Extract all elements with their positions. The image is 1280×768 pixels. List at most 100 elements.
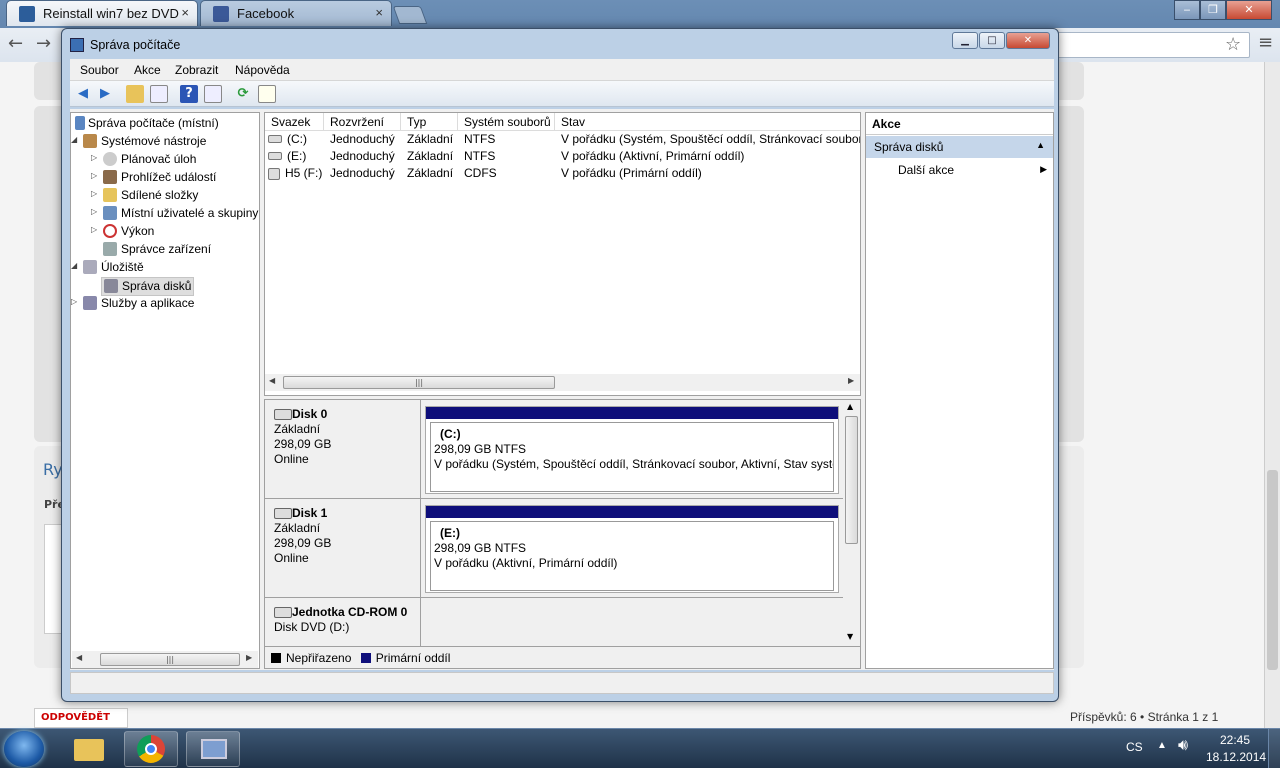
menu-zobrazit[interactable]: Zobrazit <box>175 63 218 77</box>
tree-hscrollbar[interactable]: ◀ ||| ▶ <box>72 651 258 668</box>
disk-view-scroll-thumb[interactable] <box>845 416 858 544</box>
tab-close-icon[interactable]: × <box>375 5 383 20</box>
browser-maximize-button[interactable]: ❐ <box>1200 0 1226 20</box>
scroll-down-icon[interactable]: ▼ <box>847 632 853 641</box>
tab-title: Reinstall win7 bez DVD <box>43 6 179 21</box>
refresh-icon[interactable]: ⟳ <box>234 85 252 103</box>
show-desktop-button[interactable] <box>1268 729 1280 768</box>
scroll-left-icon[interactable]: ◀ <box>76 653 82 662</box>
tree-item-services-apps[interactable]: ▷ Služby a aplikace <box>71 296 194 313</box>
scroll-right-icon[interactable]: ▶ <box>848 376 854 385</box>
forum-favicon-icon <box>19 6 35 22</box>
collapse-arrow-icon[interactable]: ◢ <box>71 135 77 144</box>
bookmark-star-icon[interactable]: ☆ <box>1225 34 1241 55</box>
partition-block[interactable]: (C:) 298,09 GB NTFS V pořádku (Systém, S… <box>425 406 839 494</box>
back-icon[interactable]: ◀ <box>74 85 92 103</box>
reply-button-label: ODPOVĚDĚT <box>41 712 110 723</box>
menu-akce[interactable]: Akce <box>134 63 161 77</box>
table-row[interactable]: H5 (F:) Jednoduchý Základní CDFS V pořád… <box>265 166 860 183</box>
expand-arrow-icon[interactable]: ▷ <box>91 171 97 180</box>
tree-item-event-viewer[interactable]: ▷ Prohlížeč událostí <box>91 170 217 187</box>
window-close-button[interactable]: ✕ <box>1006 32 1050 49</box>
tree-hscroll-thumb[interactable]: ||| <box>100 653 240 666</box>
show-hide-action-pane-icon[interactable] <box>204 85 222 103</box>
tree-item-label: Výkon <box>121 224 155 238</box>
expand-arrow-icon[interactable]: ▷ <box>91 153 97 162</box>
clock-time[interactable]: 22:45 <box>1220 733 1250 747</box>
table-row[interactable]: (E:) Jednoduchý Základní NTFS V pořádku … <box>265 149 860 166</box>
column-system-souboru[interactable]: Systém souborů <box>458 113 555 131</box>
start-button[interactable] <box>4 731 44 767</box>
computer-management-window: Správa počítače ▁ □ ✕ Soubor Akce Zobraz… <box>61 28 1059 702</box>
tree-root[interactable]: Správa počítače (místní) <box>75 116 219 133</box>
volume-icon[interactable]: 🔊︎ <box>1178 737 1188 755</box>
tree-item-disk-management[interactable]: Správa disků <box>101 277 195 296</box>
disk-view-vscrollbar[interactable]: ▲ ▼ <box>843 400 860 646</box>
new-tab-button[interactable] <box>392 6 428 24</box>
back-arrow-icon[interactable]: ← <box>8 33 23 54</box>
partition-details: (C:) 298,09 GB NTFS V pořádku (Systém, S… <box>430 422 834 492</box>
disk-name: Jednotka CD-ROM 0 <box>274 605 420 620</box>
more-actions-item[interactable]: Další akce ▶ <box>866 160 1053 180</box>
up-folder-icon[interactable] <box>126 85 144 103</box>
clock-date[interactable]: 18.12.2014 <box>1206 750 1266 764</box>
volume-hscroll-thumb[interactable]: ||| <box>283 376 555 389</box>
computer-management-taskbar-icon[interactable] <box>186 731 240 767</box>
cell-volume: (C:) <box>287 132 307 146</box>
scroll-left-icon[interactable]: ◀ <box>269 376 275 385</box>
explorer-taskbar-icon[interactable] <box>62 731 116 767</box>
menu-napoveda[interactable]: Nápověda <box>235 63 290 77</box>
properties-icon[interactable] <box>258 85 276 103</box>
expand-arrow-icon[interactable]: ▷ <box>91 207 97 216</box>
expand-arrow-icon[interactable]: ▷ <box>71 297 77 306</box>
performance-icon <box>103 224 117 238</box>
tree-item-task-scheduler[interactable]: ▷ Plánovač úloh <box>91 152 196 169</box>
expand-arrow-icon[interactable]: ▷ <box>91 225 97 234</box>
forward-arrow-icon[interactable]: → <box>36 33 51 54</box>
column-svazek[interactable]: Svazek <box>265 113 324 131</box>
language-indicator[interactable]: CS <box>1126 740 1143 754</box>
scroll-up-icon[interactable]: ▲ <box>847 402 853 411</box>
actions-section[interactable]: Správa disků ▲ <box>866 136 1053 158</box>
tree-item-device-manager[interactable]: Správce zařízení <box>103 242 211 259</box>
actions-header: Akce <box>866 113 1053 135</box>
tree-item-storage[interactable]: ◢ Úložiště <box>71 260 144 277</box>
forward-icon[interactable]: ▶ <box>96 85 114 103</box>
partition-block[interactable]: (E:) 298,09 GB NTFS V pořádku (Aktivní, … <box>425 505 839 593</box>
tree-item-label: Úložiště <box>101 260 144 274</box>
menu-soubor[interactable]: Soubor <box>80 63 119 77</box>
collapse-up-icon[interactable]: ▲ <box>1036 140 1045 150</box>
expand-arrow-icon[interactable]: ▷ <box>91 189 97 198</box>
tab-close-icon[interactable]: × <box>181 5 189 20</box>
disk-info[interactable]: Jednotka CD-ROM 0 Disk DVD (D:) <box>265 598 421 646</box>
window-minimize-button[interactable]: ▁ <box>952 32 978 49</box>
show-hidden-icons-icon[interactable]: ▲ <box>1157 740 1167 751</box>
browser-close-button[interactable]: ✕ <box>1226 0 1272 20</box>
help-icon[interactable]: ? <box>180 85 198 103</box>
tab-facebook[interactable]: Facebook × <box>200 0 392 26</box>
disk-info[interactable]: Disk 0 Základní 298,09 GB Online <box>265 400 421 498</box>
collapse-arrow-icon[interactable]: ◢ <box>71 261 77 270</box>
disk-info[interactable]: Disk 1 Základní 298,09 GB Online <box>265 499 421 597</box>
volume-list-hscrollbar[interactable]: ◀ ||| ▶ <box>265 374 860 391</box>
page-scrollbar-thumb[interactable] <box>1267 470 1278 670</box>
device-manager-icon <box>103 242 117 256</box>
reply-button[interactable]: ODPOVĚDĚT <box>34 708 128 728</box>
column-stav[interactable]: Stav <box>555 113 860 131</box>
page-scrollbar[interactable] <box>1264 62 1280 728</box>
tab-reinstall[interactable]: Reinstall win7 bez DVD × <box>6 0 198 26</box>
column-typ[interactable]: Typ <box>401 113 458 131</box>
chrome-taskbar-icon[interactable] <box>124 731 178 767</box>
show-hide-tree-icon[interactable] <box>150 85 168 103</box>
tree-item-shared-folders[interactable]: ▷ Sdílené složky <box>91 188 198 205</box>
table-row[interactable]: (C:) Jednoduchý Základní NTFS V pořádku … <box>265 132 860 149</box>
chrome-menu-icon[interactable]: ≡ <box>1258 32 1273 53</box>
browser-minimize-button[interactable]: ‒ <box>1174 0 1200 20</box>
scroll-right-icon[interactable]: ▶ <box>246 653 252 662</box>
column-rozvrzeni[interactable]: Rozvržení <box>324 113 401 131</box>
window-maximize-button[interactable]: □ <box>979 32 1005 49</box>
tree-item-performance[interactable]: ▷ Výkon <box>91 224 155 241</box>
tree-item-system-tools[interactable]: ◢ Systémové nástroje <box>71 134 206 151</box>
tree-item-local-users[interactable]: ▷ Místní uživatelé a skupiny <box>91 206 258 223</box>
tree-item-label: Prohlížeč událostí <box>121 170 217 184</box>
